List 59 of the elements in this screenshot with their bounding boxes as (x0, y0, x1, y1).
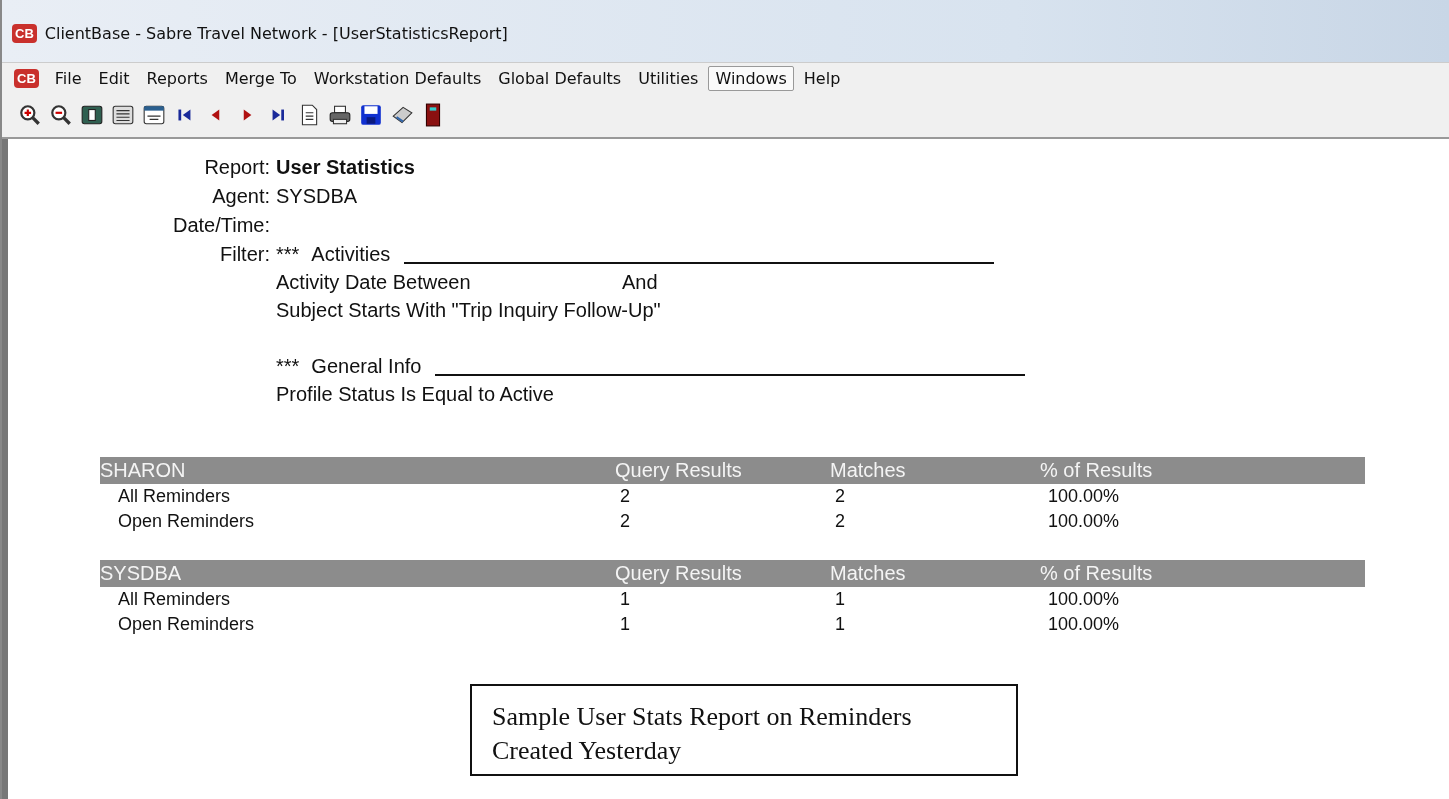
menu-item[interactable]: Edit (91, 65, 137, 91)
table-cell-text: All Reminders (117, 486, 232, 507)
column-header: Matches (830, 562, 907, 585)
table-cell-text: Open Reminders (117, 614, 256, 635)
table-cell-text: 1 (619, 589, 631, 610)
page-width-icon[interactable] (142, 103, 166, 127)
table-cell-text: 2 (834, 511, 846, 532)
zoom-out-icon[interactable] (49, 103, 73, 127)
agent-name: SHARON (100, 459, 187, 482)
menu-item[interactable]: Windows (708, 65, 794, 91)
table-cell-text: 1 (619, 614, 631, 635)
field-value: User Statistics (276, 155, 416, 180)
caption-text: Sample User Stats Report on Reminders (492, 701, 913, 733)
menu-item[interactable]: Global Defaults (491, 65, 629, 91)
table-cell-text: 100.00% (1047, 589, 1121, 610)
menu-item[interactable]: Utilities (631, 65, 706, 91)
field-label: Report: (203, 155, 270, 180)
section-marker: *** (276, 354, 300, 379)
filter-section: Activities (311, 242, 391, 267)
filter-text: Profile Status Is Equal to Active (276, 382, 554, 407)
print-icon[interactable] (328, 103, 352, 127)
column-header: Matches (830, 459, 907, 482)
table-cell-text: 1 (834, 614, 846, 635)
app-logo-icon: CB (14, 68, 39, 88)
column-header: % of Results (1040, 459, 1154, 482)
table-cell-text: Open Reminders (117, 511, 256, 532)
column-header: Query Results (615, 459, 743, 482)
field-value: SYSDBA (276, 184, 359, 209)
menu-item[interactable]: Reports (139, 65, 215, 91)
table-cell-text: 100.00% (1047, 614, 1121, 635)
table-cell-text: 2 (834, 486, 846, 507)
menu-item[interactable]: Merge To (217, 65, 304, 91)
single-page-icon[interactable] (80, 103, 104, 127)
app-logo-icon: CB (12, 23, 37, 43)
table-cell-text: 1 (834, 589, 846, 610)
menu-item[interactable]: Help (796, 65, 848, 91)
table-cell-text: 2 (619, 511, 631, 532)
filter-section: General Info (311, 354, 422, 379)
table-cell-text: 100.00% (1047, 486, 1121, 507)
table-cell-text: 2 (619, 486, 631, 507)
filter-text: Subject Starts With "Trip Inquiry Follow-Up" (276, 298, 661, 323)
menu-item[interactable]: File (47, 65, 89, 91)
field-label: Agent: (211, 184, 270, 209)
field-label: Date/Time: (171, 213, 270, 238)
column-header: Query Results (615, 562, 743, 585)
section-marker: *** (276, 242, 300, 267)
filter-text: And (622, 270, 658, 295)
save-icon[interactable] (359, 103, 383, 127)
agent-name: SYSDBA (100, 562, 183, 585)
field-label: Filter: (219, 242, 270, 267)
list-page-icon[interactable] (111, 103, 135, 127)
window-title: ClientBase - Sabre Travel Network - [UserStatisticsReport] (44, 23, 508, 43)
table-cell-text: 100.00% (1047, 511, 1121, 532)
table-cell-text: All Reminders (117, 589, 232, 610)
caption-text: Created Yesterday (492, 735, 683, 767)
menu-item[interactable]: Workstation Defaults (306, 65, 489, 91)
zoom-in-icon[interactable] (18, 103, 42, 127)
column-header: % of Results (1040, 562, 1154, 585)
filter-text: Activity Date Between (276, 270, 472, 295)
